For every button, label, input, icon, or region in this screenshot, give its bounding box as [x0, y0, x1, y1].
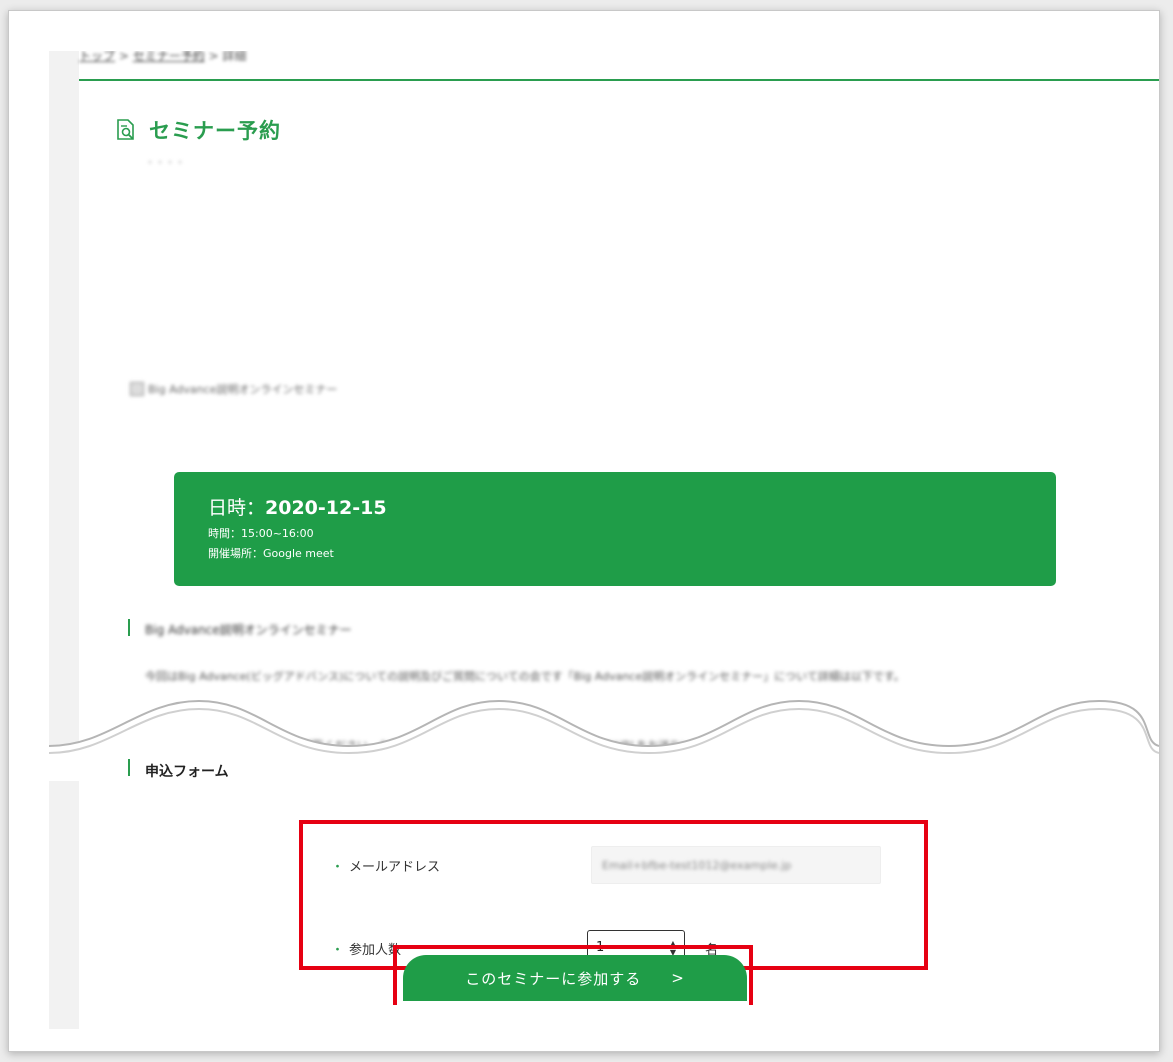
form-heading: 申込フォーム: [145, 764, 229, 780]
broken-image-icon: [130, 382, 144, 396]
section-accent-bar: [128, 619, 130, 636]
seminar-section-body: 今回はBig Advance(ビッグアドバンス)についての説明及びご質問について…: [145, 670, 905, 683]
breadcrumb-link-seminar[interactable]: セミナー予約: [133, 51, 205, 63]
page-subtitle: ・・・・: [145, 158, 185, 169]
event-date: 日時：2020-12-15: [208, 493, 387, 520]
breadcrumb-separator: >: [204, 51, 223, 63]
breadcrumb: トップ > セミナー予約 > 詳細: [79, 51, 246, 64]
event-date-label: 日時：: [208, 497, 266, 519]
document-search-icon: [117, 119, 134, 140]
email-row: ・ メールアドレス: [331, 856, 440, 875]
email-value: Email+bfbe-test1012@example.jp: [602, 858, 792, 872]
page-viewport: トップ > セミナー予約 > 詳細 セミナー予約 ・・・・ Big Advanc…: [49, 51, 1159, 1029]
seminar-image: Big Advance説明オンラインセミナー: [130, 381, 337, 397]
breadcrumb-separator: >: [115, 51, 133, 63]
event-time: 時間：15:00~16:00: [208, 527, 314, 540]
join-seminar-label: このセミナーに参加する: [465, 969, 642, 988]
qty-bullet: ・: [331, 943, 345, 958]
breadcrumb-current: 詳細: [222, 51, 247, 63]
event-venue: 開催場所：Google meet: [208, 547, 334, 560]
email-label: メールアドレス: [349, 860, 441, 875]
chevron-right-icon: >: [671, 969, 685, 987]
left-gutter: [49, 51, 79, 1029]
event-info-card: 日時：2020-12-15 時間：15:00~16:00 開催場所：Google…: [174, 472, 1056, 586]
email-bullet: ・: [331, 860, 345, 875]
header-divider: [79, 79, 1159, 81]
screenshot-frame: トップ > セミナー予約 > 詳細 セミナー予約 ・・・・ Big Advanc…: [8, 10, 1160, 1052]
join-seminar-button[interactable]: このセミナーに参加する >: [403, 955, 747, 1001]
page-title-text: セミナー予約: [149, 119, 281, 143]
breadcrumb-link-top[interactable]: トップ: [79, 51, 115, 63]
seminar-section-heading: Big Advance説明オンラインセミナー: [145, 623, 352, 637]
page-bottom-edge: [9, 1029, 1159, 1051]
qty-row: ・ 参加人数: [331, 939, 401, 958]
email-field[interactable]: Email+bfbe-test1012@example.jp: [591, 846, 881, 884]
form-section-accent-bar: [128, 759, 130, 776]
page-title: セミナー予約: [115, 115, 281, 145]
event-date-value: 2020-12-15: [265, 497, 387, 519]
seminar-image-alt: Big Advance説明オンラインセミナー: [148, 383, 338, 396]
